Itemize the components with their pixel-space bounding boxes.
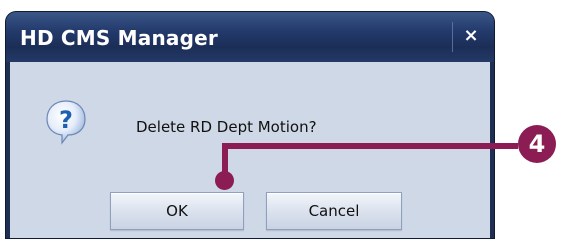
svg-text:?: ? (59, 106, 73, 134)
callout-pointer-dot (215, 171, 234, 190)
dialog-title: HD CMS Manager (20, 26, 218, 50)
screenshot-stage: HD CMS Manager × ? Delete RD Dept Motion… (0, 0, 561, 242)
dialog-titlebar[interactable]: HD CMS Manager × (6, 12, 494, 62)
question-icon: ? (44, 98, 88, 146)
close-button[interactable]: × (456, 20, 486, 52)
callout-leader-horizontal (222, 143, 518, 149)
step-number-badge: 4 (518, 125, 556, 163)
ok-button[interactable]: OK (110, 192, 244, 230)
titlebar-divider (452, 22, 453, 52)
confirm-dialog: HD CMS Manager × ? Delete RD Dept Motion… (6, 12, 494, 238)
cancel-button[interactable]: Cancel (266, 192, 402, 230)
dialog-body: ? Delete RD Dept Motion? OK Cancel (10, 62, 490, 238)
confirm-message: Delete RD Dept Motion? (136, 118, 317, 136)
